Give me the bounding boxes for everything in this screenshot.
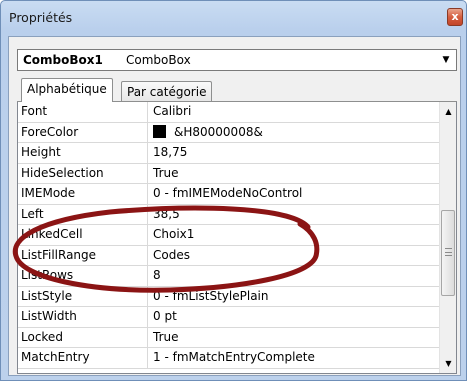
object-type: ComboBox [126,53,191,67]
property-name: ListFillRange [18,245,148,266]
property-row[interactable]: LinkedCell Choix1 [18,225,439,246]
property-row[interactable]: IMEMode 0 - fmIMEModeNoControl [18,184,439,205]
property-name: MatchEntry [18,348,148,368]
object-selector-combo[interactable]: ComboBox1 ComboBox ▼ [17,49,457,71]
property-value[interactable]: True [149,164,439,184]
property-value[interactable]: 18,75 [149,143,439,163]
properties-panel: ComboBox1 ComboBox ▼ Alphabétique Par ca… [8,36,461,376]
property-row[interactable]: ListRows 8 [18,266,439,287]
property-value[interactable]: Codes [149,246,439,266]
close-button[interactable]: x [447,8,463,26]
tab-alphabetique[interactable]: Alphabétique [21,78,113,102]
property-row[interactable]: Font Calibri [18,102,439,123]
grip-icon [445,248,452,256]
property-value[interactable]: 1 - fmMatchEntryComplete [149,348,439,368]
property-name: HideSelection [18,163,148,184]
property-value[interactable]: 38,5 [149,205,439,225]
scroll-up-arrow-icon[interactable]: ▲ [440,104,456,120]
property-value[interactable]: True [149,328,439,348]
window-title: Propriétés [9,10,73,25]
property-name: ForeColor [18,122,148,143]
property-name: ListWidth [18,307,148,327]
property-row[interactable]: Height 18,75 [18,143,439,164]
property-row[interactable]: HideSelection True [18,163,439,184]
property-name: Locked [18,327,148,348]
property-row[interactable]: ListFillRange Codes [18,245,439,266]
property-row[interactable]: ForeColor &H80000008& [18,122,439,143]
title-bar[interactable]: Propriétés x [1,1,466,35]
property-value[interactable]: Calibri [149,102,439,122]
property-value[interactable]: &H80000008& [149,123,439,143]
scroll-down-arrow-icon[interactable]: ▼ [440,356,456,372]
tab-par-categorie[interactable]: Par catégorie [121,81,213,102]
property-value[interactable]: 0 - fmIMEModeNoControl [149,184,439,204]
property-value[interactable]: 0 pt [149,307,439,327]
property-value[interactable]: Choix1 [149,225,439,245]
property-row[interactable]: Locked True [18,327,439,348]
property-value[interactable]: 8 [149,266,439,286]
vertical-scrollbar[interactable]: ▲ ▼ [439,102,456,373]
property-name: Left [18,204,148,225]
property-row[interactable]: ListWidth 0 pt [18,307,439,328]
property-row[interactable]: MatchEntry 1 - fmMatchEntryComplete [18,348,439,369]
property-name: LinkedCell [18,225,148,245]
property-name: IMEMode [18,184,148,204]
property-rows: Font Calibri ForeColor &H80000008& Height 18,… [18,102,439,369]
property-grid: Font Calibri ForeColor &H80000008& Height 18,… [17,102,457,374]
property-name: ListRows [18,266,148,286]
property-row[interactable]: ListStyle 0 - fmListStylePlain [18,286,439,307]
property-value[interactable]: 0 - fmListStylePlain [149,287,439,307]
property-name: Height [18,143,148,163]
object-name: ComboBox1 [23,53,103,67]
dropdown-arrow-icon[interactable]: ▼ [438,51,454,69]
scroll-thumb[interactable] [441,210,455,296]
close-icon: x [451,10,459,23]
property-name: ListStyle [18,286,148,307]
color-swatch [153,124,166,138]
property-row[interactable]: Left 38,5 [18,204,439,225]
property-value-text: &H80000008& [174,124,263,139]
property-name: Font [18,102,148,122]
properties-window: Propriétés x ComboBox1 ComboBox ▼ Alphab… [0,0,467,381]
